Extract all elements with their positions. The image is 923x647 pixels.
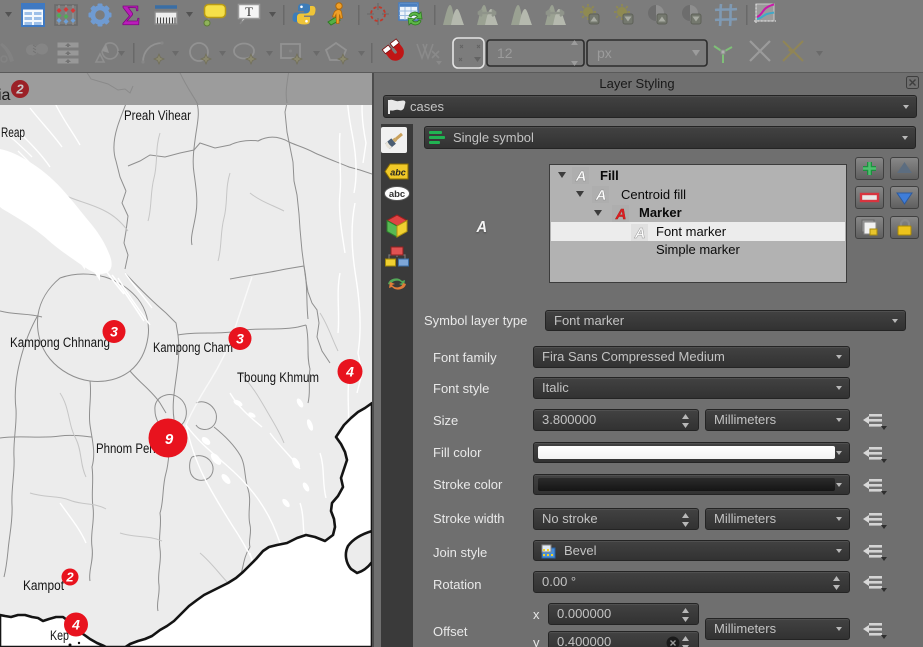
svg-text:A: A [615,206,627,223]
svg-text:Kampot: Kampot [23,578,64,593]
svg-text:A: A [595,187,607,204]
svg-text:Preah Vihear: Preah Vihear [124,108,191,123]
svg-text:4: 4 [345,364,354,380]
svg-text:A: A [634,225,646,242]
svg-text:Tboung Khmum: Tboung Khmum [237,370,319,385]
svg-text:Kampong Chhnang: Kampong Chhnang [10,335,110,350]
svg-text:T: T [245,4,253,19]
svg-text:9: 9 [165,431,174,448]
svg-text:2: 2 [65,570,74,585]
svg-text:4: 4 [71,617,80,633]
svg-text:Kampong Cham: Kampong Cham [153,340,233,355]
svg-text:A: A [575,168,587,185]
svg-text:px: px [597,45,612,61]
svg-text:3: 3 [236,331,244,347]
svg-text:abc: abc [389,189,405,200]
svg-text:abc: abc [390,168,406,178]
svg-text:ia: ia [0,87,11,104]
svg-text:Reap: Reap [1,125,25,140]
svg-text:2: 2 [15,82,24,97]
svg-text:Σ: Σ [122,1,140,32]
svg-text:12: 12 [497,45,513,61]
svg-text:3: 3 [110,324,118,340]
